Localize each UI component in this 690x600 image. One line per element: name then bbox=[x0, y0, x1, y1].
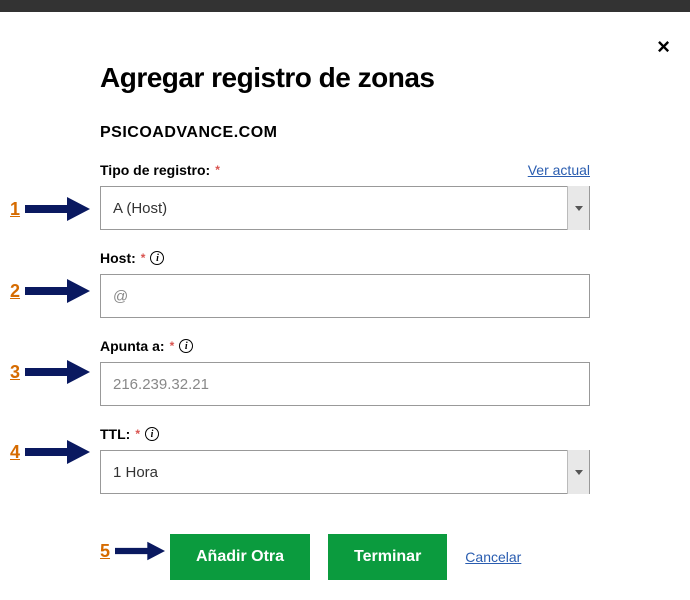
label-tipo: Tipo de registro: bbox=[100, 162, 210, 178]
field-ttl: TTL: * i 1 Hora bbox=[100, 426, 590, 494]
required-marker: * bbox=[135, 427, 140, 441]
info-icon[interactable]: i bbox=[179, 339, 193, 353]
info-icon[interactable]: i bbox=[150, 251, 164, 265]
annotation-4: 4 bbox=[10, 440, 90, 464]
close-button[interactable]: × bbox=[657, 34, 670, 60]
action-row: Añadir Otra Terminar Cancelar bbox=[170, 534, 590, 580]
input-apunta[interactable] bbox=[100, 362, 590, 406]
annotation-5: 5 bbox=[100, 540, 165, 562]
modal-title: Agregar registro de zonas bbox=[100, 62, 590, 94]
field-tipo: Tipo de registro: * Ver actual A (Host) bbox=[100, 162, 590, 230]
input-host[interactable] bbox=[100, 274, 590, 318]
annotation-number-1: 1 bbox=[10, 199, 20, 220]
arrow-icon bbox=[25, 440, 90, 464]
field-apunta: Apunta a: * i bbox=[100, 338, 590, 406]
annotation-3: 3 bbox=[10, 360, 90, 384]
arrow-icon bbox=[25, 360, 90, 384]
view-current-link[interactable]: Ver actual bbox=[528, 162, 590, 178]
top-bar bbox=[0, 0, 690, 12]
field-host: Host: * i bbox=[100, 250, 590, 318]
cancel-link[interactable]: Cancelar bbox=[465, 549, 521, 565]
annotation-number-2: 2 bbox=[10, 281, 20, 302]
select-ttl-value: 1 Hora bbox=[113, 464, 567, 481]
chevron-down-icon bbox=[567, 450, 589, 494]
finish-button[interactable]: Terminar bbox=[328, 534, 447, 580]
required-marker: * bbox=[141, 251, 146, 265]
required-marker: * bbox=[215, 163, 220, 177]
select-ttl[interactable]: 1 Hora bbox=[100, 450, 590, 494]
annotation-number-5: 5 bbox=[100, 541, 110, 562]
label-ttl: TTL: bbox=[100, 426, 130, 442]
chevron-down-icon bbox=[567, 186, 589, 230]
arrow-icon bbox=[25, 279, 90, 303]
arrow-icon bbox=[25, 197, 90, 221]
modal-container: Agregar registro de zonas PSICOADVANCE.C… bbox=[0, 12, 690, 600]
info-icon[interactable]: i bbox=[145, 427, 159, 441]
domain-label: PSICOADVANCE.COM bbox=[100, 124, 590, 142]
label-apunta: Apunta a: bbox=[100, 338, 165, 354]
add-another-button[interactable]: Añadir Otra bbox=[170, 534, 310, 580]
annotation-number-4: 4 bbox=[10, 442, 20, 463]
annotation-2: 2 bbox=[10, 279, 90, 303]
arrow-icon bbox=[115, 540, 165, 562]
select-tipo-value: A (Host) bbox=[113, 200, 567, 217]
annotation-1: 1 bbox=[10, 197, 90, 221]
label-host: Host: bbox=[100, 250, 136, 266]
annotation-number-3: 3 bbox=[10, 362, 20, 383]
required-marker: * bbox=[170, 339, 175, 353]
select-tipo[interactable]: A (Host) bbox=[100, 186, 590, 230]
